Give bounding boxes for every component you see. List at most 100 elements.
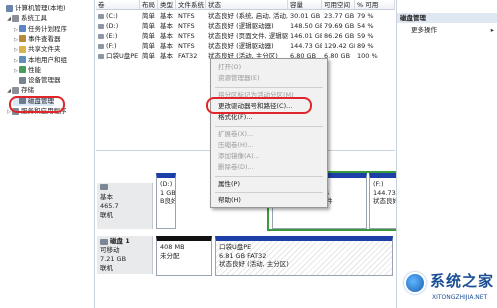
tree-item-8[interactable]: ◢ 存储: [6, 85, 34, 95]
volume-fs: NTFS: [178, 22, 195, 30]
pe-partition-size: 6.81 GB FAT32: [219, 251, 267, 260]
volume-row[interactable]: (D:) 简单 基本 NTFS 状态良好 (逻辑驱动器) 148.50 GB 79.69 G…: [96, 21, 395, 31]
volume-icon: [98, 23, 104, 29]
disk-1-size: 7.21 GB: [100, 255, 127, 263]
volume-cap: 148.50 GB: [290, 22, 322, 30]
volume-fs: NTFS: [178, 42, 195, 50]
volume-row[interactable]: (C:) 简单基本 NTFS 状态良好 (系统, 启动, 活动, 主分区)30.01 …: [96, 11, 395, 21]
change-drive-letter-highlight: [206, 97, 312, 114]
partition-text: (D:): [160, 180, 173, 188]
actions-pane: 磁盘管理 更多操作 ▸: [396, 0, 497, 308]
tree-item-1[interactable]: ◢ 系统工具: [6, 13, 47, 23]
tools-icon: [12, 14, 19, 22]
device-icon: [19, 76, 26, 84]
context-menu: 打开(O) 资源管理器(E) 将分区标记为活动分区(M) 更改驱动器号和路径(C)..…: [210, 58, 328, 208]
users-icon: [19, 56, 26, 63]
volume-pct: 89 %: [357, 42, 374, 50]
tree-item-label: 计算机管理(本地): [15, 4, 66, 12]
tree-item-3[interactable]: ▷ 事件查看器: [13, 34, 61, 44]
tree-item-5[interactable]: ▷ 本地用户和组: [13, 55, 67, 65]
column-header-3[interactable]: 文件系统: [176, 0, 206, 10]
tree-item-4[interactable]: ▷ 共享文件夹: [13, 44, 61, 54]
disk-1-pe-partition[interactable]: 口袋U盘PE 6.81 GB FAT32 状态良好 (活动, 主分区): [215, 236, 393, 276]
menu-item-0[interactable]: 打开(O): [211, 62, 327, 73]
menu-separator: [215, 192, 323, 193]
unallocated-label: 未分配: [160, 251, 180, 260]
tree-item-6[interactable]: ▷ 性能: [13, 65, 41, 75]
volume-row[interactable]: (E:) 简单基本 NTFS 状态良好 (页面文件, 逻辑驱动器)146.01 GB8…: [96, 31, 395, 41]
volume-cap: 144.73 GB: [290, 42, 322, 50]
column-header-0[interactable]: 卷: [96, 0, 140, 10]
volume-layout: 简单: [142, 12, 155, 20]
tree-item-label: 性能: [28, 65, 41, 74]
tree-item-label: 共享文件夹: [28, 45, 61, 54]
performance-icon: [19, 66, 26, 74]
column-header-1[interactable]: 布局: [140, 0, 158, 10]
volume-icon: [98, 13, 104, 19]
column-header-2[interactable]: 类型: [158, 0, 176, 10]
volume-layout: 简单: [142, 42, 155, 50]
menu-separator: [215, 175, 323, 177]
volume-fs: NTFS: [178, 12, 195, 20]
volume-cap: 146.01 GB: [290, 32, 322, 40]
menu-item-1[interactable]: 资源管理器(E): [211, 73, 327, 84]
volume-name: (C:): [106, 12, 118, 20]
menu-item-12[interactable]: 属性(P): [211, 179, 327, 190]
menu-item-14[interactable]: 帮助(H): [211, 195, 327, 206]
volume-name: 口袋U盘PE: [106, 52, 139, 60]
tree-item-label: 事件查看器: [28, 34, 61, 43]
watermark-title: 系统之家: [430, 272, 495, 290]
tree-item-label: 任务计划程序: [28, 24, 67, 33]
actions-header: 磁盘管理: [397, 13, 497, 23]
disk-0-label-line: 465.7: [100, 202, 119, 210]
menu-separator: [215, 86, 323, 88]
volume-icon: [98, 33, 104, 39]
pe-partition-status: 状态良好 (活动, 主分区): [219, 260, 289, 268]
disk-0-label[interactable]: 基本 465.7 联机: [97, 183, 153, 229]
volume-type: 基本: [160, 52, 173, 60]
tree-item-2[interactable]: ▷ 任务计划程序: [13, 24, 67, 34]
partition-text: 1 GB NTFS: [160, 188, 176, 197]
menu-item-10[interactable]: 删除卷(D)...: [211, 162, 327, 173]
volume-type: 基本: [160, 32, 173, 40]
volume-icon: [98, 53, 104, 59]
disk-1-unallocated[interactable]: 408 MB 未分配: [156, 236, 212, 276]
volume-status: 状态良好 (逻辑驱动器): [208, 22, 274, 30]
menu-item-9[interactable]: 添加镜像(A)...: [211, 151, 327, 162]
event-icon: [19, 35, 26, 43]
volume-row[interactable]: (F:) 简单 基本 NTFS 状态良好 (逻辑驱动器) 144.73 GB 129.42 …: [96, 41, 395, 51]
disk-1-title: 磁盘 1: [110, 237, 130, 245]
watermark: 系统之家 XITONGZHIJIA.NET: [404, 266, 497, 308]
volume-free: 129.42 GB: [324, 42, 355, 50]
tree-item-label: 系统工具: [21, 14, 47, 23]
disk-0-system-partition[interactable]: (D:)1 GB NTFSB良好 (逻辑: [156, 173, 176, 229]
computer-icon: [6, 4, 13, 12]
disk-1-label[interactable]: 磁盘 1 可移动 7.21 GB 联机: [97, 236, 153, 274]
menu-item-7[interactable]: 扩展卷(X)...: [211, 129, 327, 140]
volume-type: 基本: [160, 42, 173, 50]
column-header-7[interactable]: % 可用: [355, 0, 395, 10]
tree-item-0[interactable]: 计算机管理(本地): [0, 3, 66, 13]
volume-pct: 54 %: [357, 22, 374, 30]
tree-item-label: 存储: [21, 86, 34, 95]
disk-0-label-line: 联机: [100, 211, 113, 219]
volume-layout: 简单: [142, 32, 155, 40]
tree-item-7[interactable]: 设备管理器: [13, 75, 61, 85]
column-header-5[interactable]: 容量: [288, 0, 322, 10]
menu-item-8[interactable]: 压缩卷(H)...: [211, 140, 327, 151]
volume-free: 86.26 GB: [324, 32, 355, 40]
volume-status: 状态良好 (逻辑驱动器): [208, 42, 274, 50]
volume-status: 状态良好 (页面文件, 逻辑驱动器): [208, 32, 288, 40]
volume-cap: 30.01 GB: [290, 12, 321, 20]
column-header-4[interactable]: 状态: [206, 0, 288, 10]
volume-pct: 59 %: [357, 32, 374, 40]
volume-name: (D:): [106, 22, 119, 30]
volume-icon: [98, 43, 104, 49]
volume-name: (E:): [106, 32, 118, 40]
volume-fs: FAT32: [178, 52, 198, 60]
chevron-right-icon: ▸: [490, 26, 494, 34]
column-header-6[interactable]: 可用空间: [322, 0, 355, 10]
more-actions[interactable]: 更多操作 ▸: [397, 25, 497, 35]
clock-icon: [19, 25, 26, 33]
volume-type: 基本: [160, 12, 173, 20]
